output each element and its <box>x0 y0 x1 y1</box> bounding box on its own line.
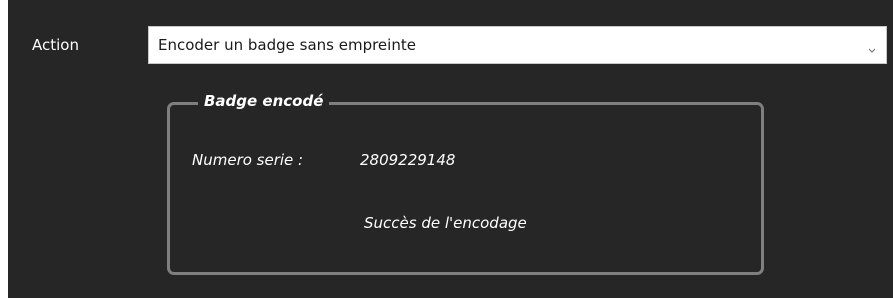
action-dropdown[interactable]: Encoder un badge sans empreinte <box>148 26 887 64</box>
encoding-status-text: Succès de l'encodage <box>364 214 527 232</box>
action-dropdown-value: Encoder un badge sans empreinte <box>158 36 416 54</box>
badge-groupbox <box>167 102 764 275</box>
encoding-panel: Action Encoder un badge sans empreinte B… <box>8 0 893 298</box>
chevron-down-icon[interactable] <box>867 40 877 53</box>
action-label: Action <box>32 36 79 54</box>
serial-number-label: Numero serie : <box>192 151 304 169</box>
badge-group-title: Badge encodé <box>198 92 330 110</box>
serial-number-value: 2809229148 <box>360 151 456 169</box>
